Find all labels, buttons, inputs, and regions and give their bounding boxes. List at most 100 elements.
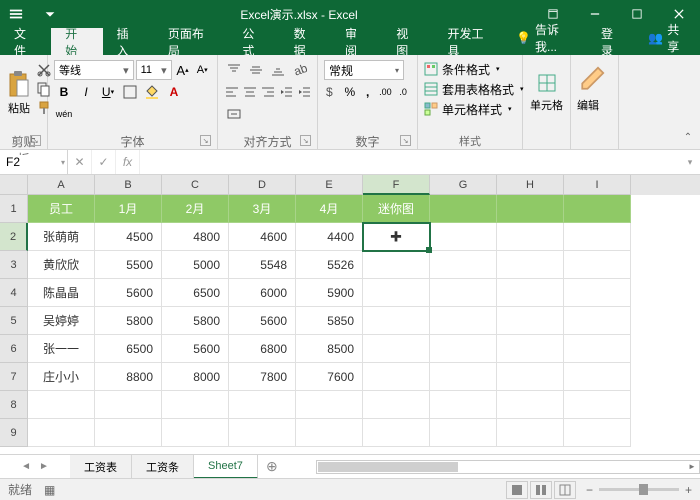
fill-handle[interactable]	[426, 247, 432, 253]
cell[interactable]	[497, 307, 564, 335]
row-header[interactable]: 3	[0, 251, 28, 279]
clipboard-launcher[interactable]	[30, 135, 41, 146]
underline-button[interactable]: U▾	[98, 82, 118, 102]
cell[interactable]	[497, 419, 564, 447]
cell[interactable]	[564, 279, 631, 307]
sheet-tab[interactable]: 工资条	[132, 455, 194, 479]
conditional-format-button[interactable]: 条件格式▾	[424, 59, 516, 79]
align-bottom-button[interactable]	[268, 60, 288, 80]
fill-color-button[interactable]	[142, 82, 162, 102]
cell[interactable]: 4400	[296, 223, 363, 251]
expand-formula-bar-icon[interactable]: ▾	[680, 157, 700, 168]
tab-file[interactable]: 文件	[0, 28, 51, 55]
bold-button[interactable]: B	[54, 82, 74, 102]
font-color-button[interactable]: A	[164, 82, 184, 102]
cell[interactable]	[430, 195, 497, 223]
cell[interactable]: 8500	[296, 335, 363, 363]
cell[interactable]: 5548	[229, 251, 296, 279]
cell[interactable]	[497, 279, 564, 307]
cell[interactable]	[363, 251, 430, 279]
cell[interactable]	[430, 251, 497, 279]
col-header[interactable]: I	[564, 175, 631, 195]
cell[interactable]	[430, 363, 497, 391]
zoom-slider[interactable]	[599, 488, 679, 491]
cell[interactable]: 5850	[296, 307, 363, 335]
cell[interactable]: 7800	[229, 363, 296, 391]
comma-button[interactable]: ,	[360, 82, 376, 102]
currency-button[interactable]: $	[324, 82, 340, 102]
cell[interactable]	[296, 419, 363, 447]
format-as-table-button[interactable]: 套用表格格式▾	[424, 79, 516, 99]
collapse-ribbon-icon[interactable]: ⌃	[680, 129, 696, 145]
col-header[interactable]: B	[95, 175, 162, 195]
phonetic-button[interactable]: wén	[54, 104, 74, 124]
tab-page-layout[interactable]: 页面布局	[154, 28, 229, 55]
view-page-break-button[interactable]	[554, 481, 576, 499]
cell[interactable]: 员工	[28, 195, 95, 223]
row-header[interactable]: 4	[0, 279, 28, 307]
cell[interactable]	[363, 391, 430, 419]
col-header[interactable]: A	[28, 175, 95, 195]
decrease-font-button[interactable]: A▾	[193, 60, 211, 80]
view-normal-button[interactable]	[506, 481, 528, 499]
cell[interactable]: 6500	[95, 335, 162, 363]
cell[interactable]	[564, 335, 631, 363]
cell[interactable]	[430, 279, 497, 307]
cell[interactable]	[95, 419, 162, 447]
increase-decimal-button[interactable]: .00	[378, 82, 394, 102]
cell[interactable]: 7600	[296, 363, 363, 391]
col-header[interactable]: F	[363, 175, 430, 195]
formula-input[interactable]	[146, 155, 674, 169]
scrollbar-thumb[interactable]	[318, 462, 458, 472]
zoom-in-button[interactable]: +	[685, 483, 692, 497]
cell[interactable]: 1月	[95, 195, 162, 223]
orientation-button[interactable]: ab	[290, 60, 310, 80]
cell[interactable]	[363, 307, 430, 335]
selected-cell[interactable]: ✚	[363, 223, 430, 251]
border-button[interactable]	[120, 82, 140, 102]
cell[interactable]	[28, 419, 95, 447]
cell[interactable]	[229, 419, 296, 447]
tab-home[interactable]: 开始	[51, 28, 102, 55]
cell[interactable]: 5526	[296, 251, 363, 279]
font-size-dropdown[interactable]: 11▾	[136, 60, 172, 80]
chevron-down-icon[interactable]: ▾	[61, 158, 65, 167]
cells-button[interactable]: 单元格	[529, 59, 564, 127]
cell[interactable]: 6000	[229, 279, 296, 307]
cell[interactable]	[430, 419, 497, 447]
font-name-dropdown[interactable]: 等线▾	[54, 60, 134, 80]
cell[interactable]: 吴婷婷	[28, 307, 95, 335]
cell-styles-button[interactable]: 单元格样式▾	[424, 99, 516, 119]
row-header[interactable]: 5	[0, 307, 28, 335]
col-header[interactable]: C	[162, 175, 229, 195]
sheet-tab[interactable]: Sheet7	[194, 455, 258, 479]
cell[interactable]	[497, 223, 564, 251]
sheet-nav-prev-icon[interactable]: ◄	[21, 461, 31, 472]
cell[interactable]	[497, 335, 564, 363]
font-launcher[interactable]	[200, 135, 211, 146]
tell-me-search[interactable]: 💡告诉我...	[508, 21, 587, 55]
cell[interactable]: 6800	[229, 335, 296, 363]
cell[interactable]: 3月	[229, 195, 296, 223]
cell[interactable]: 4600	[229, 223, 296, 251]
cell[interactable]: 5900	[296, 279, 363, 307]
row-header[interactable]: 1	[0, 195, 28, 223]
cell[interactable]: 5600	[162, 335, 229, 363]
cell[interactable]	[363, 335, 430, 363]
align-center-button[interactable]	[242, 82, 258, 102]
cell[interactable]	[430, 307, 497, 335]
cell[interactable]	[564, 223, 631, 251]
tab-formulas[interactable]: 公式	[228, 28, 279, 55]
sheet-nav-next-icon[interactable]: ►	[39, 461, 49, 472]
cell[interactable]: 黄欣欣	[28, 251, 95, 279]
cell[interactable]: 6500	[162, 279, 229, 307]
cell[interactable]	[162, 419, 229, 447]
cell[interactable]	[229, 391, 296, 419]
cell[interactable]: 5500	[95, 251, 162, 279]
cell[interactable]	[430, 223, 497, 251]
share-button[interactable]: 👥共享	[638, 21, 700, 55]
cell[interactable]: 5000	[162, 251, 229, 279]
col-header[interactable]: D	[229, 175, 296, 195]
cell[interactable]: 张萌萌	[28, 223, 95, 251]
cell[interactable]	[430, 391, 497, 419]
